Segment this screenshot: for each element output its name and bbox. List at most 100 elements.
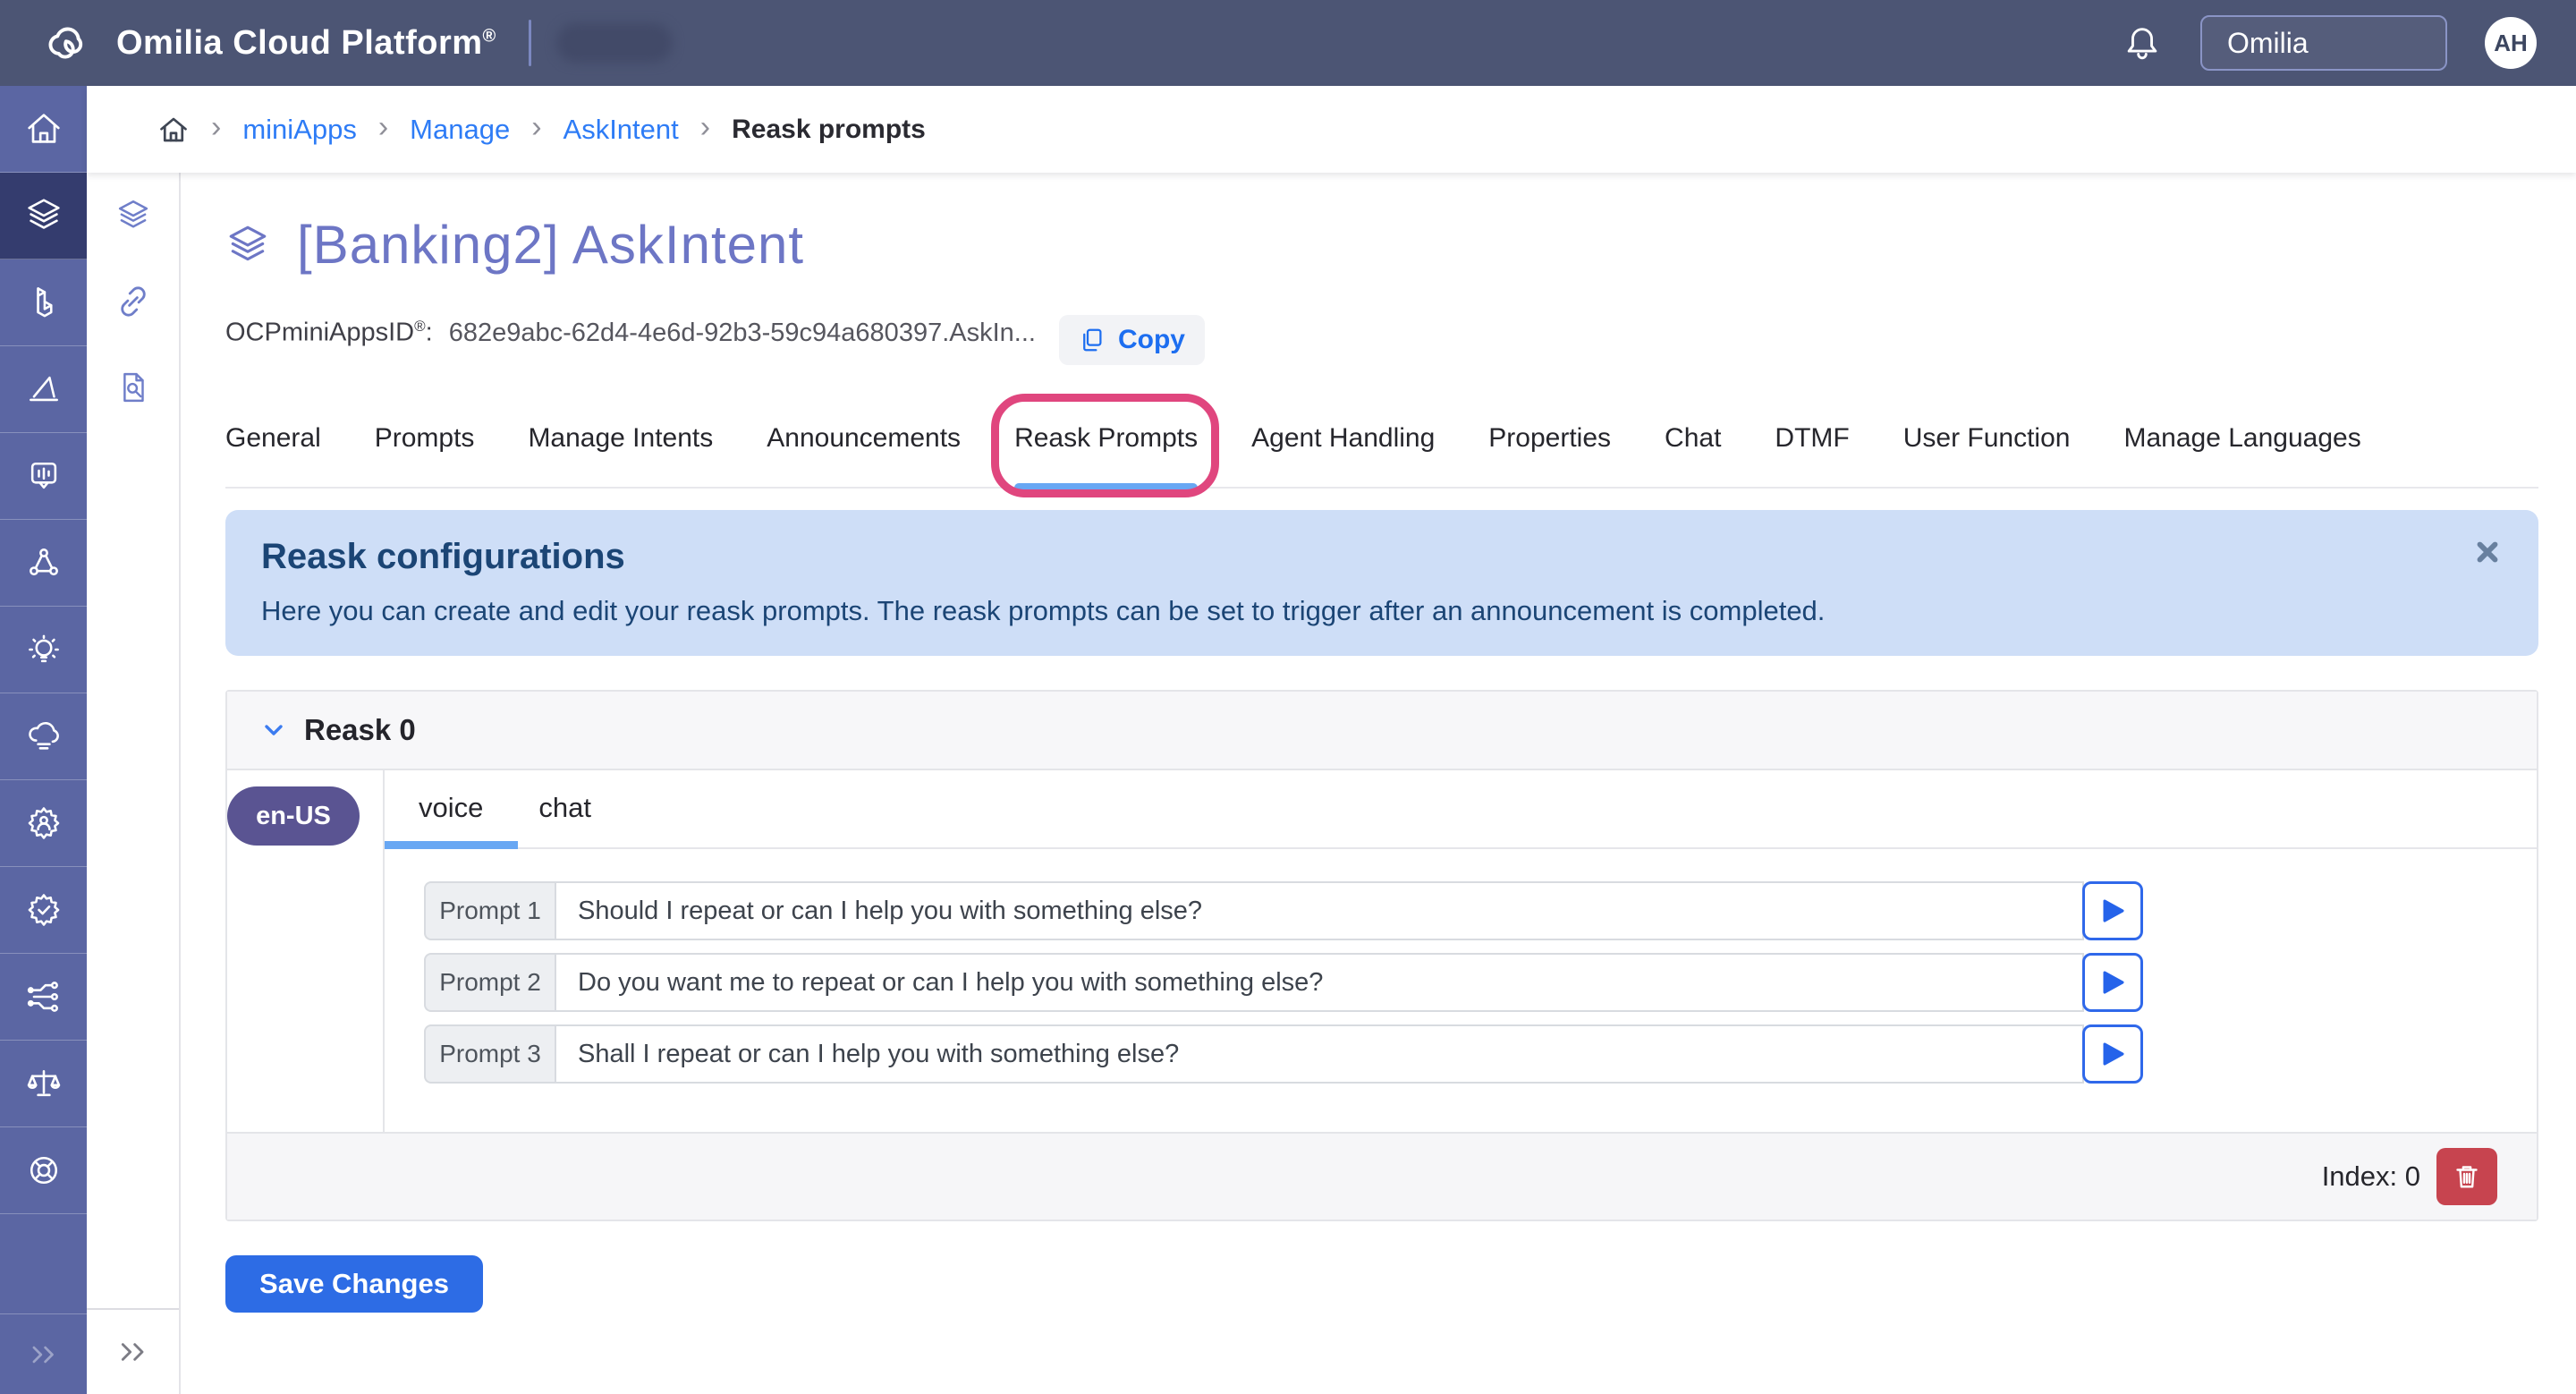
miniapp-layers-icon: [225, 223, 270, 268]
sidebar-item-support[interactable]: [0, 1127, 87, 1214]
tab-agent-handling[interactable]: Agent Handling: [1251, 422, 1435, 487]
index-label: Index: 0: [2322, 1160, 2420, 1193]
language-badge-en-us[interactable]: en-US: [227, 786, 360, 846]
user-settings-icon: [24, 803, 64, 843]
sidebar-item-builder[interactable]: [0, 259, 87, 346]
tab-prompts[interactable]: Prompts: [375, 422, 475, 487]
prompt-2-play-button[interactable]: [2082, 953, 2143, 1012]
tab-manage-intents[interactable]: Manage Intents: [528, 422, 713, 487]
prompt-list: Prompt 1 Prompt 2: [385, 849, 2537, 1132]
channel-tab-indicator: [385, 841, 518, 849]
channel-tab-chat[interactable]: chat: [538, 792, 591, 847]
miniapp-id-row: OCPminiAppsID®: 682e9abc-62d4-4e6d-92b3-…: [225, 302, 2538, 353]
banner-close-button[interactable]: [2472, 537, 2503, 567]
channel-content: voice chat: [385, 770, 2537, 1132]
tab-dtmf[interactable]: DTMF: [1775, 422, 1849, 487]
breadcrumb-link-manage[interactable]: Manage: [410, 114, 510, 146]
sidebar-item-user-management[interactable]: [0, 780, 87, 867]
trash-icon: [2451, 1160, 2483, 1193]
sub-sidebar-item-logs[interactable]: [87, 344, 179, 430]
sidebar-item-voice-insights[interactable]: [0, 433, 87, 520]
sidebar-item-analytics[interactable]: [0, 346, 87, 433]
breadcrumb-home[interactable]: [157, 114, 190, 146]
play-icon: [2099, 897, 2126, 924]
reask-card-header[interactable]: Reask 0: [227, 692, 2537, 770]
close-icon: [2472, 537, 2503, 567]
tab-user-function[interactable]: User Function: [1903, 422, 2071, 487]
home-icon: [157, 114, 190, 146]
link-icon: [114, 283, 152, 320]
sidebar-item-insights[interactable]: [0, 607, 87, 693]
prompt-row-2: Prompt 2: [424, 953, 2143, 1012]
sidebar-item-miniapps[interactable]: [0, 173, 87, 259]
set-square-icon: [24, 370, 64, 409]
active-tab-indicator: [1014, 483, 1198, 492]
topbar-right: Omilia AH: [2122, 15, 2537, 71]
sidebar-item-orchestrator[interactable]: [0, 954, 87, 1041]
prompt-1-play-button[interactable]: [2082, 881, 2143, 940]
sub-sidebar: [87, 173, 181, 1394]
breadcrumb-separator: ›: [378, 112, 388, 142]
sidebar-item-deployments[interactable]: [0, 693, 87, 780]
sub-sidebar-expand-button[interactable]: [87, 1308, 179, 1394]
network-icon: [24, 543, 64, 582]
block-icon: [24, 283, 64, 322]
tab-general[interactable]: General: [225, 422, 321, 487]
channel-tab-voice[interactable]: voice: [419, 792, 483, 847]
brand-title: Omilia Cloud Platform®: [116, 24, 496, 63]
cloud-icon: [24, 717, 64, 756]
page-title-row: [Banking2] AskIntent: [225, 214, 2538, 276]
scales-icon: [24, 1064, 64, 1103]
reask-card-title: Reask 0: [304, 713, 416, 747]
home-icon: [23, 108, 64, 149]
reask-card-body: en-US voice chat: [227, 770, 2537, 1132]
file-search-icon: [114, 369, 152, 406]
tab-reask-prompts[interactable]: Reask Prompts: [1014, 422, 1198, 487]
topbar-divider: [529, 20, 531, 66]
language-column: en-US: [227, 770, 385, 1132]
double-chevron-right-icon: [115, 1334, 151, 1370]
tab-announcements[interactable]: Announcements: [767, 422, 961, 487]
save-changes-button[interactable]: Save Changes: [225, 1255, 483, 1313]
prompt-1-input[interactable]: [555, 881, 2084, 940]
content: [Banking2] AskIntent OCPminiAppsID®: 682…: [181, 173, 2576, 1394]
sidebar-item-quality[interactable]: [0, 867, 87, 954]
sub-sidebar-item-connections[interactable]: [87, 259, 179, 344]
avatar[interactable]: AH: [2485, 17, 2537, 69]
chevron-down-icon: [259, 716, 288, 744]
support-icon: [24, 1151, 64, 1190]
reask-card-footer: Index: 0: [227, 1132, 2537, 1220]
breadcrumb-separator: ›: [700, 112, 710, 142]
delete-reask-button[interactable]: [2436, 1148, 2497, 1205]
layers-icon: [23, 195, 64, 236]
sidebar-item-home[interactable]: [0, 86, 87, 173]
registered-mark: ®: [483, 26, 496, 46]
prompt-3-play-button[interactable]: [2082, 1024, 2143, 1084]
breadcrumb-link-miniapps[interactable]: miniApps: [242, 114, 357, 146]
tab-properties[interactable]: Properties: [1488, 422, 1611, 487]
double-chevron-right-icon: [27, 1338, 61, 1372]
sidebar-expand-button[interactable]: [0, 1314, 87, 1394]
miniapp-tabs: General Prompts Manage Intents Announcem…: [225, 422, 2538, 489]
info-banner-title: Reask configurations: [261, 537, 2503, 577]
prompt-3-input[interactable]: [555, 1024, 2084, 1084]
omilia-cloud-platform-app: Omilia Cloud Platform® Omilia AH: [0, 0, 2576, 1394]
prompt-1-label: Prompt 1: [424, 881, 555, 940]
copy-id-button[interactable]: Copy: [1059, 315, 1205, 365]
breadcrumb: › miniApps › Manage › AskIntent › Reask …: [87, 86, 2576, 173]
tab-chat[interactable]: Chat: [1665, 422, 1721, 487]
prompt-2-input[interactable]: [555, 953, 2084, 1012]
omilia-logo-cloud-icon: [41, 22, 93, 64]
breadcrumb-link-askintent[interactable]: AskIntent: [564, 114, 679, 146]
miniapp-id-label: OCPminiAppsID®:: [225, 318, 433, 348]
idea-icon: [24, 630, 64, 669]
voice-feedback-icon: [24, 456, 64, 496]
sub-sidebar-item-miniapps[interactable]: [87, 173, 179, 259]
notifications-bell-icon[interactable]: [2122, 22, 2163, 64]
tab-manage-languages[interactable]: Manage Languages: [2123, 422, 2360, 487]
sidebar-item-integrations[interactable]: [0, 520, 87, 607]
breadcrumb-separator: ›: [211, 112, 221, 142]
org-selector[interactable]: Omilia: [2200, 15, 2447, 71]
breadcrumb-separator: ›: [531, 112, 541, 142]
sidebar-item-compliance[interactable]: [0, 1041, 87, 1127]
